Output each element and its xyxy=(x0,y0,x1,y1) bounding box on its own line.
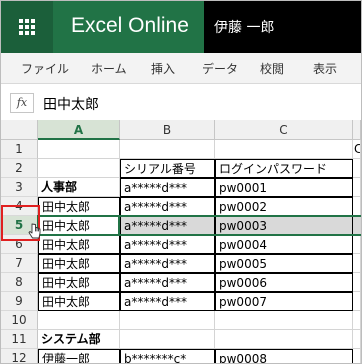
cell-a12[interactable]: 伊藤一郎 xyxy=(38,349,120,363)
row-header-8[interactable]: 8 xyxy=(1,273,38,292)
column-header-c[interactable]: C xyxy=(215,120,353,140)
cell-c3[interactable]: pw0001 xyxy=(215,178,353,197)
cell-d7[interactable] xyxy=(353,254,361,273)
cell-a1[interactable] xyxy=(38,140,120,159)
cell-b2[interactable]: シリアル番号 xyxy=(120,159,215,178)
cell-a10[interactable] xyxy=(38,311,120,330)
row-header-9[interactable]: 9 xyxy=(1,292,38,311)
cell-d11[interactable] xyxy=(353,330,361,349)
row-header-1[interactable]: 1 xyxy=(1,140,38,159)
cell-c7[interactable]: pw0005 xyxy=(215,254,353,273)
row-header-12[interactable]: 12 xyxy=(1,349,38,363)
app-title: Excel Online xyxy=(71,14,189,37)
cell-c4[interactable]: pw0002 xyxy=(215,197,353,216)
cell-c2[interactable]: ログインパスワード xyxy=(215,159,353,178)
hand-cursor-icon xyxy=(28,223,41,239)
cell-d2[interactable] xyxy=(353,159,361,178)
cell-b8[interactable]: a*****d*** xyxy=(120,273,215,292)
row-header-10[interactable]: 10 xyxy=(1,311,38,330)
tab-review[interactable]: 校閲 xyxy=(260,60,284,77)
excel-window: Excel Online 伊藤 一郎 ファイル ホーム 挿入 データ 校閲 表示… xyxy=(0,0,362,364)
column-header-d[interactable] xyxy=(353,120,361,140)
user-account[interactable]: 伊藤 一郎 xyxy=(204,1,361,53)
cell-c11[interactable] xyxy=(215,330,353,349)
cell-a2[interactable] xyxy=(38,159,120,178)
cell-c5[interactable]: pw0003 xyxy=(215,216,353,235)
cell-c9[interactable]: pw0007 xyxy=(215,292,353,311)
column-header-b[interactable]: B xyxy=(120,120,215,140)
cell-d6[interactable] xyxy=(353,235,361,254)
cell-a3[interactable]: 人事部 xyxy=(38,178,120,197)
cell-d5[interactable] xyxy=(353,216,361,235)
tab-file[interactable]: ファイル xyxy=(21,60,69,77)
cell-d10[interactable] xyxy=(353,311,361,330)
cell-a8[interactable]: 田中太郎 xyxy=(38,273,120,292)
cell-b9[interactable]: a*****d*** xyxy=(120,292,215,311)
row-header-7[interactable]: 7 xyxy=(1,254,38,273)
waffle-grid-icon xyxy=(19,19,35,35)
cell-b5[interactable]: a*****d*** xyxy=(120,216,215,235)
formula-input[interactable]: 田中太郎 xyxy=(43,94,99,114)
ribbon-tabs: ファイル ホーム 挿入 データ 校閲 表示 xyxy=(1,53,361,84)
cell-c6[interactable]: pw0004 xyxy=(215,235,353,254)
cell-d1[interactable]: C xyxy=(353,140,361,159)
tab-view[interactable]: 表示 xyxy=(313,60,337,77)
cell-b10[interactable] xyxy=(120,311,215,330)
tab-data[interactable]: データ xyxy=(202,60,238,77)
spreadsheet-grid: A B C 1 C 2 シリアル番号 ログインパスワード 3 人事部 a****… xyxy=(1,120,361,363)
cell-c8[interactable]: pw0006 xyxy=(215,273,353,292)
cell-b11[interactable] xyxy=(120,330,215,349)
tab-insert[interactable]: 挿入 xyxy=(151,60,175,77)
cell-d8[interactable] xyxy=(353,273,361,292)
cell-d4[interactable] xyxy=(353,197,361,216)
top-bar: Excel Online 伊藤 一郎 xyxy=(1,1,361,53)
tab-home[interactable]: ホーム xyxy=(91,60,127,77)
cell-b3[interactable]: a*****d*** xyxy=(120,178,215,197)
cell-d9[interactable] xyxy=(353,292,361,311)
cell-c1[interactable] xyxy=(215,140,353,159)
cell-a7[interactable]: 田中太郎 xyxy=(38,254,120,273)
cell-d3[interactable] xyxy=(353,178,361,197)
app-launcher-button[interactable] xyxy=(1,1,53,53)
cell-b7[interactable]: a*****d*** xyxy=(120,254,215,273)
cell-c12[interactable]: pw0008 xyxy=(215,349,353,363)
active-cell-outline xyxy=(37,215,120,236)
row-header-3[interactable]: 3 xyxy=(1,178,38,197)
cell-b4[interactable]: a*****d*** xyxy=(120,197,215,216)
cell-a9[interactable]: 田中太郎 xyxy=(38,292,120,311)
cell-a11[interactable]: システム部 xyxy=(38,330,120,349)
cell-b6[interactable]: a*****d*** xyxy=(120,235,215,254)
user-name: 伊藤 一郎 xyxy=(214,20,275,36)
fx-icon[interactable]: fx xyxy=(10,93,34,113)
cell-d12[interactable] xyxy=(353,349,361,363)
cell-a4[interactable]: 田中太郎 xyxy=(38,197,120,216)
row-header-2[interactable]: 2 xyxy=(1,159,38,178)
cell-b12[interactable]: b*******c* xyxy=(120,349,215,363)
select-all-corner[interactable] xyxy=(1,120,38,140)
row-header-11[interactable]: 11 xyxy=(1,330,38,349)
column-header-a[interactable]: A xyxy=(38,120,120,140)
cell-a6[interactable]: 田中太郎 xyxy=(38,235,120,254)
cell-b1[interactable] xyxy=(120,140,215,159)
cell-c10[interactable] xyxy=(215,311,353,330)
